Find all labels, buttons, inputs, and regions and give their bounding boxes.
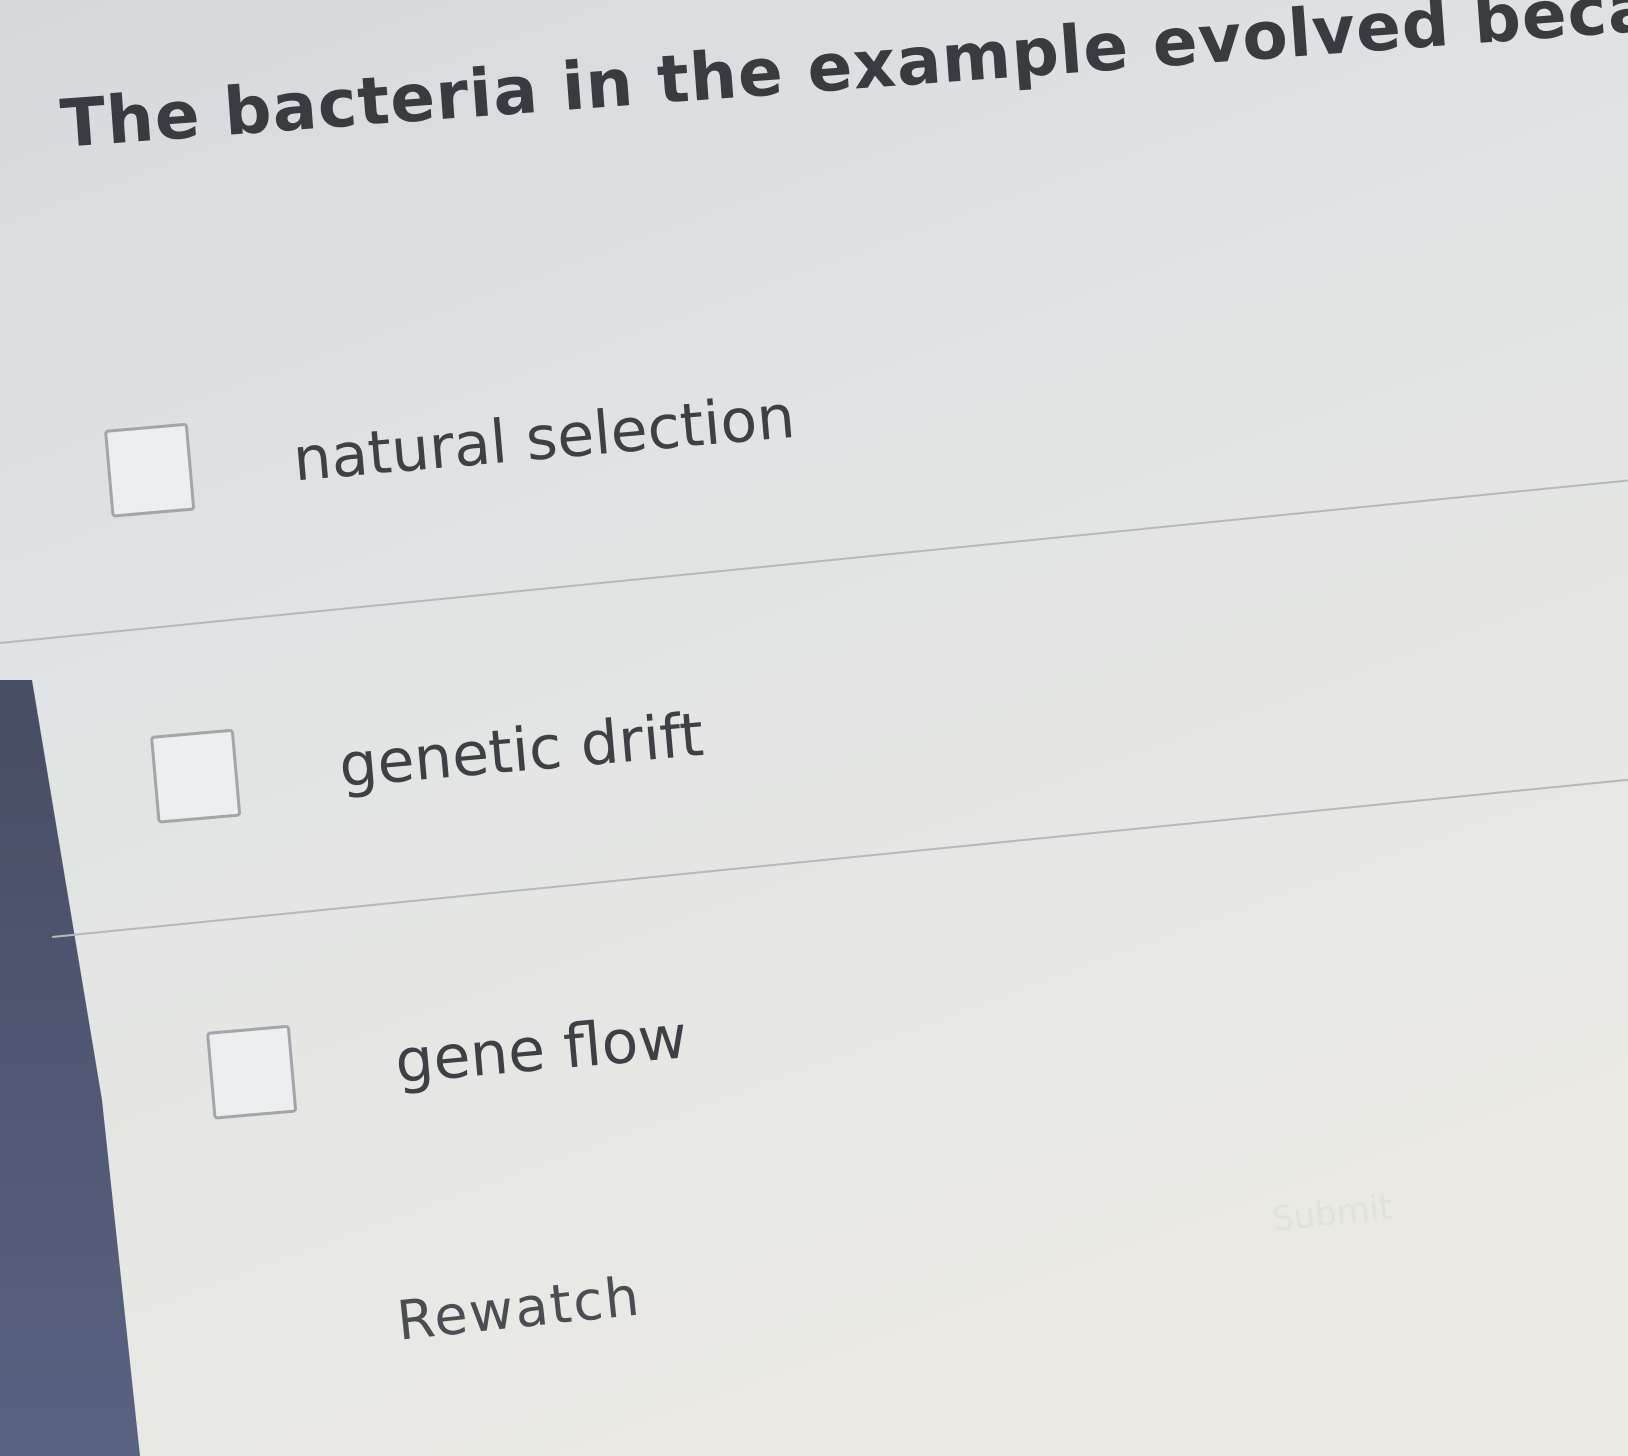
submit-button[interactable]: Submit bbox=[1270, 1187, 1394, 1239]
checkbox-natural-selection[interactable] bbox=[104, 422, 196, 518]
option-divider bbox=[0, 479, 1628, 644]
option-label: gene flow bbox=[392, 1002, 690, 1098]
option-label: genetic drift bbox=[336, 699, 707, 802]
option-divider bbox=[52, 778, 1628, 938]
quiz-screen: The bacteria in the example evolved beca… bbox=[0, 0, 1628, 1456]
rewatch-button[interactable]: Rewatch bbox=[394, 1264, 644, 1352]
checkbox-gene-flow[interactable] bbox=[206, 1024, 298, 1120]
screen-bezel bbox=[0, 680, 140, 1456]
checkbox-genetic-drift[interactable] bbox=[150, 728, 242, 824]
option-label: natural selection bbox=[290, 381, 798, 496]
question-text: The bacteria in the example evolved beca… bbox=[58, 0, 1628, 163]
